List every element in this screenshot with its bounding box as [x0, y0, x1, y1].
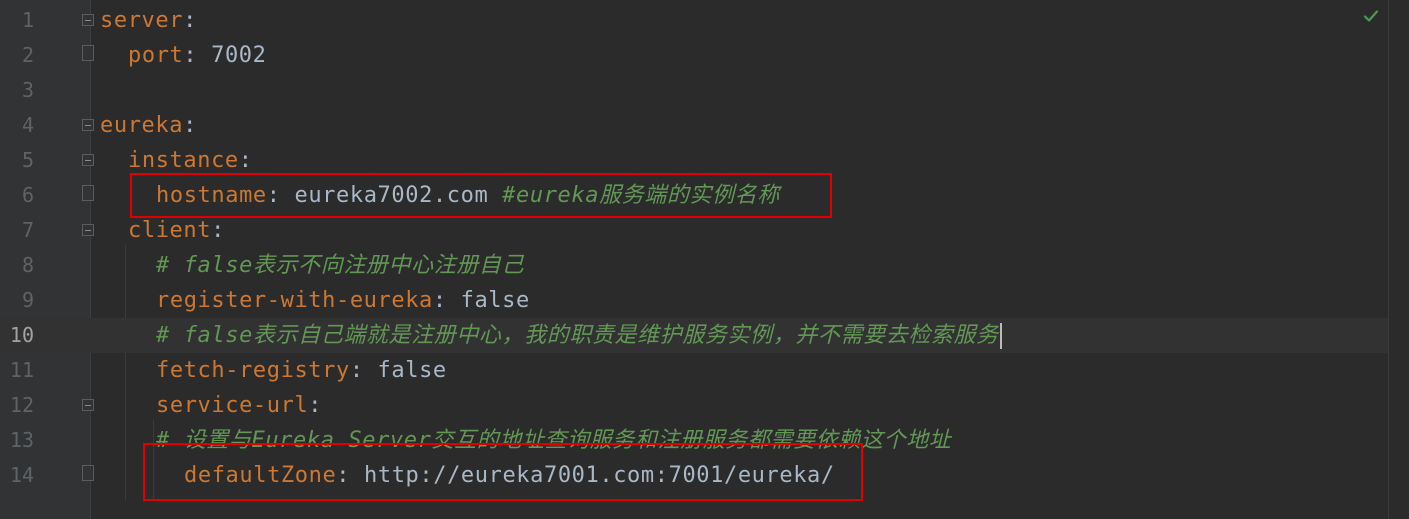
code-text: service-url:	[156, 393, 323, 418]
line-number: 4	[21, 113, 34, 137]
fold-end-icon[interactable]	[82, 49, 94, 61]
code-line[interactable]: 11 fetch-registry: false	[0, 353, 1388, 388]
code-text: client:	[128, 218, 225, 243]
line-number: 7	[21, 218, 34, 242]
code-line-current[interactable]: 10 # false表示自己端就是注册中心，我的职责是维护服务实例，并不需要去检…	[0, 318, 1388, 353]
code-text: fetch-registry: false	[156, 358, 447, 383]
check-icon[interactable]	[1363, 8, 1379, 24]
vertical-scrollbar[interactable]	[1388, 0, 1409, 519]
line-number: 14	[9, 463, 34, 487]
code-text: # false表示不向注册中心注册自己	[156, 253, 525, 278]
code-line[interactable]: 2 port: 7002	[0, 38, 1388, 73]
fold-marker-icon[interactable]	[82, 224, 94, 236]
code-line[interactable]: 4 eureka:	[0, 108, 1388, 143]
fold-end-icon[interactable]	[82, 469, 94, 481]
code-text: # false表示自己端就是注册中心，我的职责是维护服务实例，并不需要去检索服务	[156, 318, 1002, 353]
highlight-box-defaultzone	[143, 443, 863, 501]
text-caret	[999, 323, 1002, 349]
line-number: 11	[9, 358, 34, 382]
line-number: 8	[21, 253, 34, 277]
code-line[interactable]: 9 register-with-eureka: false	[0, 283, 1388, 318]
line-number: 1	[21, 8, 34, 32]
fold-marker-icon[interactable]	[82, 14, 94, 26]
line-number: 3	[21, 78, 34, 102]
fold-marker-icon[interactable]	[82, 119, 94, 131]
line-number: 13	[9, 428, 34, 452]
fold-end-icon[interactable]	[82, 189, 94, 201]
highlight-box-hostname	[130, 173, 832, 218]
line-number: 2	[21, 43, 34, 67]
fold-marker-icon[interactable]	[82, 154, 94, 166]
line-number: 5	[21, 148, 34, 172]
code-editor[interactable]: 1 server: 2 port: 7002 3 4 eureka: 5 ins…	[0, 0, 1409, 519]
code-line[interactable]: 3	[0, 73, 1388, 108]
code-line[interactable]: 8 # false表示不向注册中心注册自己	[0, 248, 1388, 283]
code-text: port: 7002	[128, 43, 267, 68]
code-line[interactable]: 7 client:	[0, 213, 1388, 248]
line-number: 12	[9, 393, 34, 417]
code-text: register-with-eureka: false	[156, 288, 530, 313]
code-line[interactable]: 12 service-url:	[0, 388, 1388, 423]
line-number: 10	[9, 323, 34, 347]
line-number: 9	[21, 288, 34, 312]
fold-marker-icon[interactable]	[82, 399, 94, 411]
code-text: server:	[100, 8, 197, 33]
code-text: eureka:	[100, 113, 197, 138]
line-number: 6	[21, 183, 34, 207]
code-line[interactable]: 1 server:	[0, 3, 1388, 38]
